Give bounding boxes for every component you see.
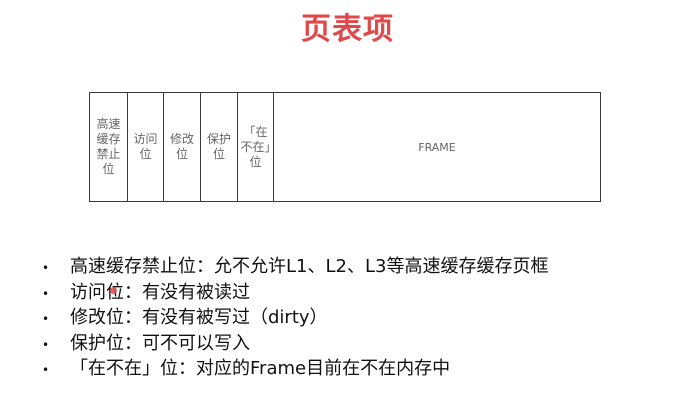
accessed-bit-cell: 访问位	[128, 93, 164, 201]
frame-cell: FRAME	[418, 140, 456, 154]
list-item: • 保护位：可不可以写入	[42, 332, 548, 358]
list-item-text: 「在不在」位：对应的Frame目前在不在内存中	[70, 358, 451, 379]
protection-bit-cell: 保护位	[201, 93, 238, 201]
list-item-text: 修改位：有没有被写过（dirty）	[70, 307, 328, 328]
pointer-dot-icon	[110, 287, 117, 294]
modified-bit-cell: 修改位	[164, 93, 201, 201]
list-item: • 修改位：有没有被写过（dirty）	[42, 306, 548, 332]
list-item-text: 访问位：有没有被读过	[70, 281, 250, 303]
page-table-entry-diagram: 高速缓存禁止位 访问位 修改位 保护位 「在不在」位 FRAME	[89, 92, 601, 202]
list-item-text: 保护位：可不可以写入	[70, 332, 250, 354]
bullet-icon: •	[42, 312, 50, 326]
slide-title: 页表项	[301, 12, 394, 47]
list-item: • 高速缓存禁止位：允不允许L1、L2、L3等高速缓存缓存页框	[42, 255, 548, 281]
bullet-icon: •	[42, 363, 50, 377]
list-item: • 访问位：有没有被读过	[42, 281, 548, 307]
cache-disable-bit-cell: 高速缓存禁止位	[90, 93, 128, 201]
bullet-icon: •	[42, 337, 50, 352]
bullet-icon: •	[42, 286, 50, 301]
bullet-icon: •	[42, 261, 50, 275]
list-item-text: 高速缓存禁止位：允不允许L1、L2、L3等高速缓存缓存页框	[70, 256, 549, 277]
bit-description-list: • 高速缓存禁止位：允不允许L1、L2、L3等高速缓存缓存页框 • 访问位：有没有被…	[42, 255, 548, 383]
list-item: • 「在不在」位：对应的Frame目前在不在内存中	[42, 357, 548, 383]
present-bit-cell: 「在不在」位	[238, 93, 274, 201]
